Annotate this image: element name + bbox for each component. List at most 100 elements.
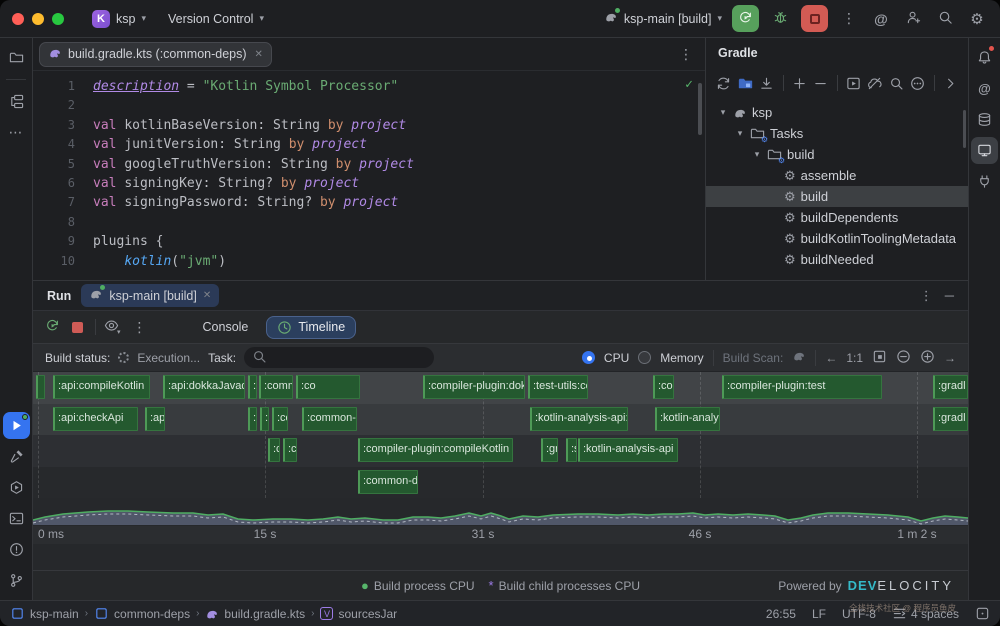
rerun-build-icon[interactable]	[45, 318, 60, 336]
breadcrumb-item-common-deps[interactable]: common-deps	[94, 606, 190, 621]
more-options-icon[interactable]: ⋮	[129, 316, 151, 338]
notifications-icon[interactable]	[971, 44, 998, 71]
indent-widget[interactable]: 4 spaces	[892, 606, 959, 621]
line-separator-widget[interactable]: LF	[812, 607, 826, 621]
minimize-window-button[interactable]	[32, 13, 44, 25]
line-number[interactable]: 9	[33, 232, 93, 251]
tab-console[interactable]: Console	[193, 316, 259, 338]
settings-gear-icon[interactable]: ⚙	[966, 8, 988, 30]
memory-radio-label[interactable]: Memory	[660, 351, 703, 365]
task-bar-kotlin-analys[interactable]: :kotlin-analys	[655, 407, 720, 431]
expand-toolbar-icon[interactable]	[940, 72, 960, 94]
close-tab-icon[interactable]: ✕	[203, 290, 211, 301]
gradle-tree-scrollbar[interactable]	[963, 110, 966, 148]
structure-icon[interactable]	[3, 88, 30, 115]
task-bar[interactable]	[36, 375, 45, 399]
task-bar-c[interactable]: :c	[268, 438, 280, 462]
task-bar-gradl[interactable]: :gradl	[933, 375, 968, 399]
fit-to-screen-icon[interactable]	[872, 349, 887, 367]
select-module-icon[interactable]	[736, 72, 756, 94]
editor-scrollbar[interactable]	[698, 83, 702, 135]
zoom-reset-button[interactable]: 1:1	[846, 351, 863, 365]
task-filter-field[interactable]	[244, 347, 434, 368]
build-toolwindow-icon[interactable]	[3, 443, 30, 470]
project-widget[interactable]: K ksp ▾	[84, 7, 154, 31]
close-tab-icon[interactable]: ✕	[255, 49, 263, 60]
inspections-ok-icon[interactable]: ✓	[685, 75, 693, 94]
find-gradle-task-icon[interactable]	[887, 72, 907, 94]
vcs-widget[interactable]: Version Control ▾	[160, 9, 272, 29]
run-gradle-task-icon[interactable]	[843, 72, 863, 94]
task-bar-api[interactable]: :api:	[145, 407, 165, 431]
database-toolwindow-icon[interactable]	[971, 106, 998, 133]
maximize-window-button[interactable]	[52, 13, 64, 25]
more-actions-icon[interactable]: ⋮	[838, 8, 860, 30]
run-configuration-selector[interactable]: ksp-main [build] ▾	[604, 10, 722, 27]
gradle-tree-item-build[interactable]: ⚙build	[706, 186, 968, 207]
task-bar-common[interactable]: :common	[259, 375, 293, 399]
sync-gradle-icon[interactable]	[714, 72, 734, 94]
debug-button[interactable]	[769, 8, 791, 30]
breadcrumb-item-sourcesJar[interactable]: VsourcesJar	[320, 607, 397, 621]
rerun-button[interactable]	[732, 5, 759, 32]
task-bar-s[interactable]: :s	[566, 438, 577, 462]
run-panel-options-icon[interactable]: ⋮	[920, 288, 933, 304]
task-bar-co[interactable]: :co	[296, 375, 360, 399]
task-bar-kotlin-analysis-apic[interactable]: :kotlin-analysis-api:c	[530, 407, 628, 431]
services-toolwindow-icon[interactable]	[3, 474, 30, 501]
scroll-right-icon[interactable]: →	[944, 351, 956, 365]
task-bar-c[interactable]: :c	[248, 407, 257, 431]
project-folder-icon[interactable]	[3, 44, 30, 71]
memory-radio[interactable]	[638, 351, 651, 364]
line-number[interactable]: 2	[33, 96, 93, 115]
task-bar-c[interactable]: :c	[260, 407, 269, 431]
cpu-radio[interactable]	[582, 351, 595, 364]
close-window-button[interactable]	[12, 13, 24, 25]
add-gradle-project-icon[interactable]	[789, 72, 809, 94]
line-number[interactable]: 4	[33, 135, 93, 154]
task-bar-common-[interactable]: :common-	[302, 407, 357, 431]
task-bar-apidokkaJavadoc[interactable]: :api:dokkaJavadoc	[163, 375, 245, 399]
breadcrumb-item-build.gradle.kts[interactable]: build.gradle.kts	[205, 607, 305, 621]
code-editor[interactable]: ✓ 1description = "Kotlin Symbol Processo…	[33, 71, 705, 280]
cpu-radio-label[interactable]: CPU	[604, 351, 629, 365]
statusbar-widget-icon[interactable]	[975, 606, 990, 621]
chevron-down-icon[interactable]: ▾	[752, 149, 762, 160]
editor-tab[interactable]: build.gradle.kts (:common-deps) ✕	[39, 42, 272, 67]
zoom-in-icon[interactable]	[920, 349, 935, 367]
task-bar-kotlin-analysis-api[interactable]: :kotlin-analysis-api	[578, 438, 678, 462]
line-number[interactable]: 1	[33, 77, 93, 96]
run-tab[interactable]: ksp-main [build] ✕	[81, 284, 219, 307]
search-everywhere-icon[interactable]	[934, 8, 956, 30]
dependencies-toolwindow-icon[interactable]	[971, 168, 998, 195]
ai-assistant-icon[interactable]: @	[870, 8, 892, 30]
line-number[interactable]: 8	[33, 213, 93, 232]
tab-timeline[interactable]: Timeline	[266, 316, 356, 339]
gradle-tree-item-buildNeeded[interactable]: ⚙buildNeeded	[706, 249, 968, 270]
develocity-toolwindow-icon[interactable]	[971, 137, 998, 164]
task-bar-cc[interactable]: :cc	[283, 438, 297, 462]
line-number[interactable]: 6	[33, 174, 93, 193]
task-bar-co[interactable]: :co	[272, 407, 288, 431]
task-bar-co[interactable]: :co	[653, 375, 674, 399]
download-sources-icon[interactable]	[757, 72, 777, 94]
chevron-down-icon[interactable]: ▾	[718, 107, 728, 118]
line-number[interactable]: 5	[33, 155, 93, 174]
code-with-me-icon[interactable]	[902, 8, 924, 30]
gradle-tree-item-assemble[interactable]: ⚙assemble	[706, 165, 968, 186]
scroll-left-icon[interactable]: ←	[825, 351, 837, 365]
task-bar-test-utilsco[interactable]: :test-utils:co	[528, 375, 588, 399]
task-filter-input[interactable]	[272, 350, 426, 366]
task-bar-compiler-plugintest[interactable]: :compiler-plugin:test	[722, 375, 882, 399]
task-bar-[interactable]: :	[248, 375, 257, 399]
gradle-tree-item-buildKotlinToolingMetadata[interactable]: ⚙buildKotlinToolingMetadata	[706, 228, 968, 249]
hide-panel-icon[interactable]: ─	[945, 288, 954, 304]
filter-view-icon[interactable]: ▾	[104, 318, 121, 336]
gradle-tree-item-ksp[interactable]: ▾ksp	[706, 102, 968, 123]
chevron-down-icon[interactable]: ▾	[735, 128, 745, 139]
task-bar-apicompileKotlin[interactable]: :api:compileKotlin	[53, 375, 150, 399]
stop-button[interactable]	[801, 5, 828, 32]
gradle-tree-item-buildDependents[interactable]: ⚙buildDependents	[706, 207, 968, 228]
task-bar-gradl[interactable]: :gradl	[933, 407, 968, 431]
editor-options-icon[interactable]: ⋮	[673, 46, 699, 63]
